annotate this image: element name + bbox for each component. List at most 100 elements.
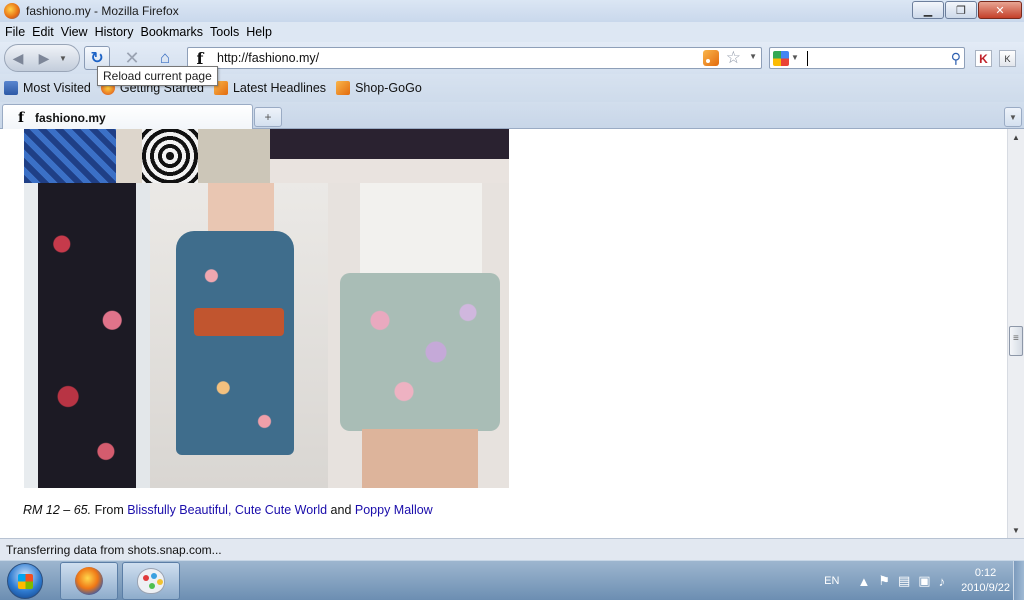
tab-list-button[interactable]: ▼ bbox=[1004, 107, 1022, 127]
bookmark-shop-gogo[interactable]: Shop-GoGo bbox=[336, 81, 422, 95]
chevron-down-icon: ▼ bbox=[1009, 112, 1017, 122]
bookmark-latest-headlines[interactable]: Latest Headlines bbox=[213, 81, 327, 95]
arrow-left-icon: ◀ bbox=[12, 49, 24, 66]
menu-bar: File Edit View History Bookmarks Tools H… bbox=[0, 22, 1024, 42]
clock-time: 0:12 bbox=[974, 567, 997, 579]
back-forward-group: ◀ ▶ ▼ bbox=[4, 44, 80, 72]
firefox-icon bbox=[75, 567, 103, 595]
tab-label: fashiono.my bbox=[35, 110, 106, 125]
status-text: Transferring data from shots.snap.com... bbox=[6, 542, 222, 557]
home-button[interactable]: ⌂ bbox=[154, 48, 176, 68]
link-cute-cute-world[interactable]: Cute Cute World bbox=[235, 503, 327, 517]
forward-button[interactable]: ▶ bbox=[31, 45, 57, 71]
taskbar-paint-button[interactable] bbox=[122, 562, 180, 600]
product-photo-strip-top bbox=[24, 129, 509, 183]
site-favicon-icon: f bbox=[196, 48, 204, 68]
back-button[interactable]: ◀ bbox=[5, 45, 31, 71]
show-hidden-icons-icon[interactable]: ▲ bbox=[857, 574, 870, 589]
clock-date: 2010/9/22 bbox=[961, 582, 1010, 594]
model-skin bbox=[208, 183, 274, 237]
new-tab-button[interactable]: + bbox=[254, 107, 282, 127]
link-blissfully-beautiful[interactable]: Blissfully Beautiful, bbox=[127, 503, 231, 517]
taskbar-firefox-button[interactable] bbox=[60, 562, 118, 600]
volume-icon[interactable]: ♪ bbox=[939, 574, 946, 589]
vertical-scrollbar[interactable]: ▲ ▼ bbox=[1007, 129, 1024, 538]
home-icon: ⌂ bbox=[159, 48, 171, 67]
paint-icon bbox=[137, 568, 165, 594]
bookmark-star-icon[interactable]: ☆ bbox=[726, 48, 741, 68]
addon-k-icon[interactable]: K bbox=[999, 50, 1016, 67]
link-poppy-mallow[interactable]: Poppy Mallow bbox=[355, 503, 433, 517]
language-indicator[interactable]: EN bbox=[824, 575, 839, 587]
menu-file[interactable]: File bbox=[4, 25, 31, 39]
minimize-button[interactable]: ▁ bbox=[912, 1, 944, 19]
bookmark-label: Latest Headlines bbox=[232, 81, 327, 95]
bookmark-most-visited[interactable]: Most Visited bbox=[4, 81, 91, 95]
floral-shorts-photo[interactable] bbox=[328, 183, 509, 488]
plus-icon: + bbox=[264, 110, 272, 124]
google-icon[interactable] bbox=[773, 51, 789, 66]
menu-history[interactable]: History bbox=[94, 25, 140, 39]
tab-favicon-icon: f bbox=[17, 109, 25, 126]
taskbar: EN ▲ ⚑ ▤ ▣ ♪ 0:12 2010/9/22 bbox=[0, 560, 1024, 600]
close-button[interactable]: ✕ bbox=[978, 1, 1022, 19]
tab-strip: f fashiono.my + ▼ bbox=[0, 102, 1024, 130]
product-photo bbox=[116, 129, 142, 183]
action-center-flag-icon[interactable]: ⚑ bbox=[878, 573, 890, 589]
caption-text: and bbox=[327, 503, 355, 517]
firefox-icon bbox=[4, 3, 20, 19]
menu-help[interactable]: Help bbox=[245, 25, 278, 39]
url-text[interactable]: http://fashiono.my/ bbox=[217, 51, 319, 65]
maximize-button[interactable]: ❐ bbox=[945, 1, 977, 19]
menu-view[interactable]: View bbox=[60, 25, 94, 39]
search-icon[interactable]: ⚲ bbox=[951, 50, 961, 67]
reload-tooltip: Reload current page bbox=[97, 66, 218, 86]
search-engine-dropdown-icon[interactable]: ▼ bbox=[791, 53, 799, 62]
arrow-right-icon: ▶ bbox=[38, 49, 50, 66]
price-range: RM 12 – 65. bbox=[23, 503, 92, 517]
bookmark-label: Shop-GoGo bbox=[355, 81, 422, 95]
browser-window: fashiono.my - Mozilla Firefox ▁ ❐ ✕ File… bbox=[0, 0, 1024, 560]
rss-feed-icon[interactable] bbox=[703, 50, 719, 66]
addon-k-red-icon[interactable]: K bbox=[975, 50, 992, 67]
reload-icon: ↻ bbox=[90, 50, 104, 67]
stop-button[interactable]: ✕ bbox=[122, 48, 142, 68]
page-content: RM 12 – 65. From Blissfully Beautiful, C… bbox=[0, 129, 1007, 538]
title-bar: fashiono.my - Mozilla Firefox ▁ ❐ ✕ bbox=[0, 0, 1024, 22]
shorts-garment bbox=[340, 273, 500, 431]
window-title: fashiono.my - Mozilla Firefox bbox=[26, 4, 179, 18]
orange-belt bbox=[194, 308, 284, 336]
rss-bookmark-icon bbox=[336, 81, 351, 95]
floral-romper-photo[interactable] bbox=[150, 183, 328, 488]
menu-bookmarks[interactable]: Bookmarks bbox=[139, 25, 209, 39]
status-bar: Transferring data from shots.snap.com... bbox=[0, 538, 1024, 560]
search-input[interactable] bbox=[807, 51, 808, 66]
device-icon[interactable]: ▤ bbox=[898, 573, 910, 589]
history-dropdown-icon[interactable]: ▼ bbox=[59, 54, 67, 63]
search-bar[interactable]: ▼ ⚲ bbox=[769, 47, 965, 69]
scroll-up-icon[interactable]: ▲ bbox=[1008, 129, 1024, 145]
product-photo bbox=[142, 129, 198, 183]
start-button[interactable] bbox=[7, 563, 43, 599]
white-top bbox=[360, 183, 482, 275]
show-desktop-button[interactable] bbox=[1013, 561, 1024, 600]
product-photo bbox=[24, 129, 116, 183]
product-caption: RM 12 – 65. From Blissfully Beautiful, C… bbox=[23, 503, 433, 517]
product-photo bbox=[270, 129, 509, 183]
url-bar[interactable]: f http://fashiono.my/ ☆ ▼ bbox=[187, 47, 762, 69]
model-legs bbox=[362, 429, 478, 488]
clock[interactable]: 0:12 2010/9/22 bbox=[961, 566, 1010, 596]
romper-garment bbox=[176, 231, 294, 455]
scroll-thumb[interactable] bbox=[1009, 326, 1023, 356]
url-dropdown-icon[interactable]: ▼ bbox=[749, 52, 757, 61]
caption-text: From bbox=[91, 503, 128, 517]
floral-pants-photo[interactable] bbox=[24, 183, 150, 488]
product-photo bbox=[198, 129, 270, 183]
scroll-down-icon[interactable]: ▼ bbox=[1008, 522, 1024, 538]
network-icon[interactable]: ▣ bbox=[918, 573, 930, 589]
menu-edit[interactable]: Edit bbox=[31, 25, 60, 39]
menu-tools[interactable]: Tools bbox=[209, 25, 245, 39]
bookmark-label: Most Visited bbox=[23, 81, 91, 95]
tab-fashiono[interactable]: f fashiono.my bbox=[2, 104, 253, 130]
system-tray: EN ▲ ⚑ ▤ ▣ ♪ 0:12 2010/9/22 bbox=[824, 561, 1010, 600]
